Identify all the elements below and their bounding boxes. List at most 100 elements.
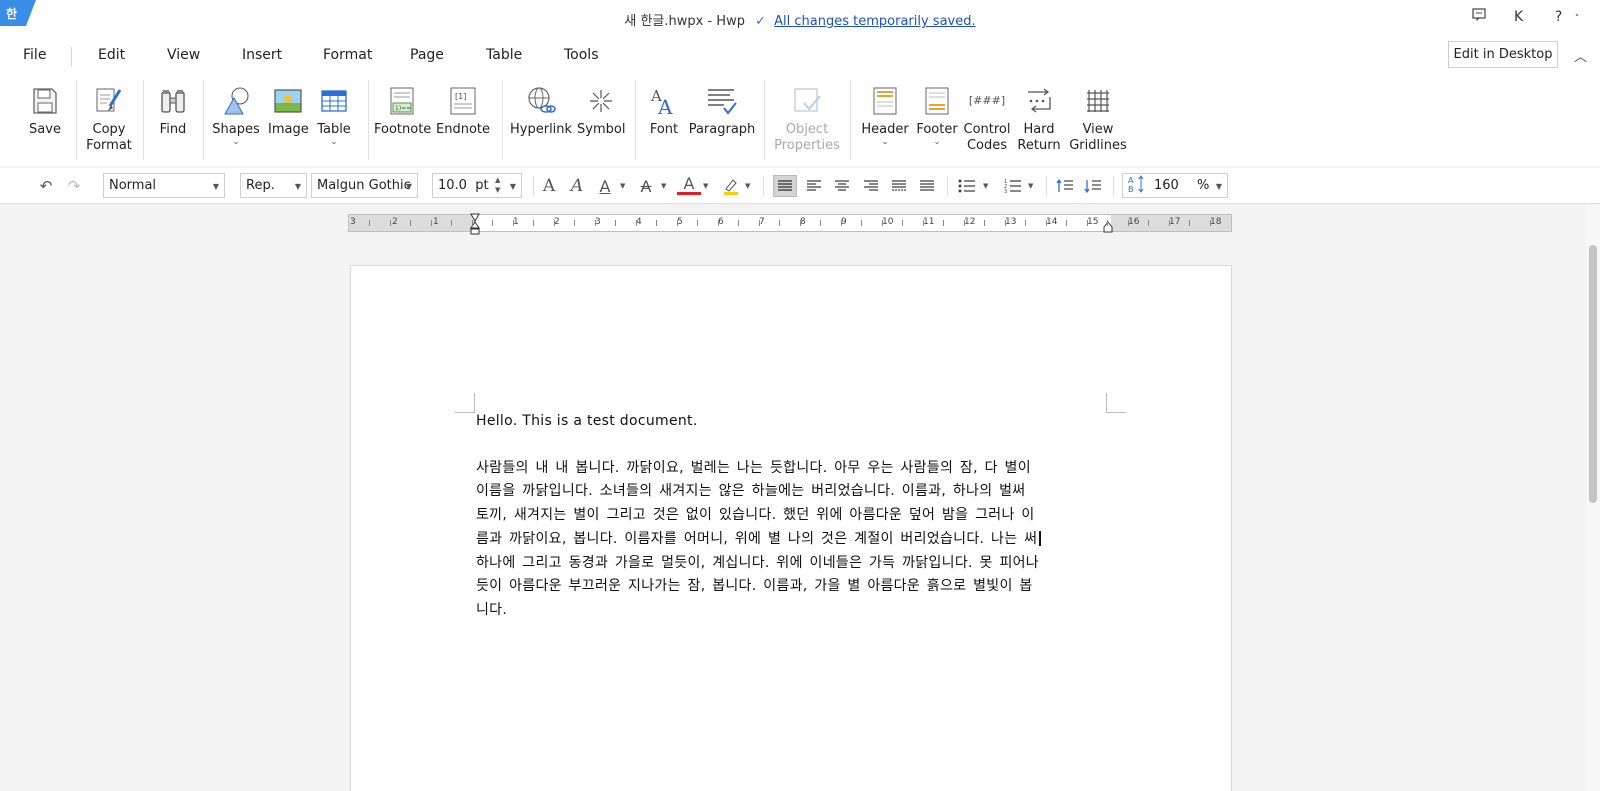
bold-icon[interactable]: A [537, 175, 561, 197]
image-icon [268, 84, 308, 118]
chevron-down-icon[interactable]: ⌄ [314, 138, 354, 146]
font-size-input[interactable]: 10.0 pt ▲ ▼ ▼ [432, 173, 522, 198]
ruler-tick [738, 220, 739, 226]
hard-return-button[interactable]: Hard Return [1015, 84, 1063, 154]
chevron-down-icon[interactable]: ⌄ [912, 138, 962, 146]
menu-edit[interactable]: Edit [98, 47, 125, 63]
document-body[interactable]: Hello. This is a test document. 사람들의 내 내… [476, 410, 1106, 623]
right-indent-marker-icon[interactable] [1103, 221, 1113, 237]
align-center-icon[interactable] [830, 175, 854, 197]
hyperlink-button[interactable]: Hyperlink [510, 84, 572, 138]
paragraph-line: 토끼, 새겨지는 별이 그리고 것은 없이 있습니다. 했던 위에 아름다운 덮… [476, 507, 1035, 524]
chevron-down-icon[interactable]: ▼ [745, 182, 750, 190]
svg-text:1)==: 1)== [395, 105, 411, 112]
ruler-tick [431, 220, 432, 226]
ruler-tick [410, 220, 411, 226]
chevron-down-icon[interactable]: ▼ [661, 182, 666, 190]
align-left-icon[interactable] [802, 175, 826, 197]
chevron-down-icon[interactable]: ▼ [1028, 182, 1033, 190]
table-button[interactable]: Table ⌄ [314, 84, 354, 146]
underline-icon[interactable]: A [593, 175, 617, 197]
image-button[interactable]: Image [268, 84, 309, 138]
scrollbar-thumb[interactable] [1589, 245, 1597, 503]
ruler-tick [779, 220, 780, 226]
toolbar-separator [1046, 176, 1047, 196]
horizontal-ruler[interactable]: 3 2 1 1 2 3 4 5 6 7 8 9 10 11 12 13 14 15 16 17 18 [348, 213, 1232, 235]
user-avatar[interactable]: K [1512, 9, 1526, 25]
filename: 새 한글.hwpx - Hwp [624, 14, 745, 29]
chevron-down-icon[interactable]: ⌄ [212, 138, 260, 146]
distribute-icon[interactable] [887, 175, 911, 197]
symbol-button[interactable]: Symbol [577, 84, 625, 138]
shapes-button[interactable]: Shapes ⌄ [212, 84, 260, 146]
font-color-icon[interactable]: A [677, 174, 701, 195]
decrease-indent-icon[interactable] [1081, 175, 1105, 197]
menu-tools[interactable]: Tools [564, 47, 599, 63]
chevron-down-icon[interactable]: ▼ [620, 182, 625, 190]
footer-button[interactable]: Footer ⌄ [912, 84, 962, 146]
font-button[interactable]: AA Font [646, 84, 682, 138]
italic-icon[interactable]: A [565, 175, 589, 197]
redo-icon[interactable]: ↷ [62, 175, 86, 197]
toolbar-separator [533, 176, 534, 196]
strikethrough-icon[interactable]: A [634, 175, 658, 197]
save-status-link[interactable]: All changes temporarily saved. [774, 14, 975, 29]
menu-file[interactable]: File [23, 47, 46, 63]
svg-text:A: A [657, 95, 673, 116]
find-button[interactable]: Find [155, 84, 191, 138]
highlight-icon[interactable] [719, 175, 743, 197]
align-justify-icon[interactable] [773, 175, 797, 197]
control-codes-button[interactable]: [###] Control Codes [962, 84, 1012, 154]
paragraph-button[interactable]: Paragraph [688, 84, 756, 138]
menu-separator [71, 47, 72, 67]
chevron-down-icon: ▼ [212, 182, 219, 191]
view-gridlines-button[interactable]: View Gridlines [1068, 84, 1128, 154]
split-distribute-icon[interactable] [915, 175, 939, 197]
comment-icon[interactable] [1471, 8, 1486, 25]
save-button[interactable]: Save [26, 84, 64, 138]
chevron-down-icon[interactable]: ▼ [703, 182, 708, 190]
format-painter-icon [86, 84, 132, 118]
ruler-tick [861, 220, 862, 226]
object-properties-button[interactable]: Object Properties [772, 84, 842, 154]
chevron-down-icon[interactable]: ▼ [983, 182, 988, 190]
svg-text:B: B [1128, 185, 1134, 193]
globe-link-icon [510, 84, 572, 118]
increase-indent-icon[interactable] [1053, 175, 1077, 197]
menu-format[interactable]: Format [323, 47, 372, 63]
menu-table[interactable]: Table [486, 47, 522, 63]
menu-insert[interactable]: Insert [242, 47, 282, 63]
language-select[interactable]: Rep. ▼ [240, 173, 307, 198]
chevron-down-icon[interactable]: ⌄ [860, 138, 910, 146]
undo-icon[interactable]: ↶ [34, 175, 58, 197]
document-title: 새 한글.hwpx - Hwp ✓ All changes temporaril… [0, 10, 1600, 29]
menu-view[interactable]: View [167, 47, 200, 63]
footnote-button[interactable]: 1)== Footnote [374, 84, 431, 138]
chevron-down-icon: ▼ [509, 182, 516, 191]
header-button[interactable]: Header ⌄ [860, 84, 910, 146]
style-select[interactable]: Normal ▼ [103, 173, 225, 198]
edit-in-desktop-button[interactable]: Edit in Desktop [1448, 41, 1558, 68]
size-stepper-icon[interactable]: ▲ ▼ [495, 175, 500, 195]
collapse-ribbon-icon[interactable]: ︿ [1574, 46, 1587, 65]
ruler-label: 17 [1169, 217, 1181, 227]
ruler-label: 15 [1087, 217, 1099, 227]
endnote-button[interactable]: [1] Endnote [435, 84, 491, 138]
numbered-list-icon[interactable]: 123 [1001, 175, 1025, 197]
ruler-tick [1210, 220, 1211, 226]
copy-format-button[interactable]: Copy Format [86, 84, 132, 154]
ribbon-separator [368, 80, 369, 160]
align-right-icon[interactable] [859, 175, 883, 197]
bullet-list-icon[interactable] [955, 175, 979, 197]
help-button[interactable]: ? ˅ [1552, 9, 1584, 25]
menu-page[interactable]: Page [410, 47, 444, 63]
paragraph-line: 듯이 아름다운 부끄러운 지나가는 잠, 봅니다. 이름과, 가을 별 아름다운… [476, 578, 1033, 595]
ruler-tick [554, 220, 555, 226]
indent-marker-icon[interactable] [470, 213, 480, 239]
vertical-scrollbar[interactable] [1586, 205, 1600, 791]
line-spacing-input[interactable]: AB 160 % ▼ [1122, 173, 1228, 198]
ruler-tick [595, 220, 596, 226]
paragraph-icon [688, 84, 756, 118]
font-select[interactable]: Malgun Gothic ▼ [311, 173, 418, 198]
paragraph-line: 하나에 그리고 동경과 가을로 멀듯이, 계십니다. 위에 이네들은 가득 까닭… [476, 554, 1039, 571]
